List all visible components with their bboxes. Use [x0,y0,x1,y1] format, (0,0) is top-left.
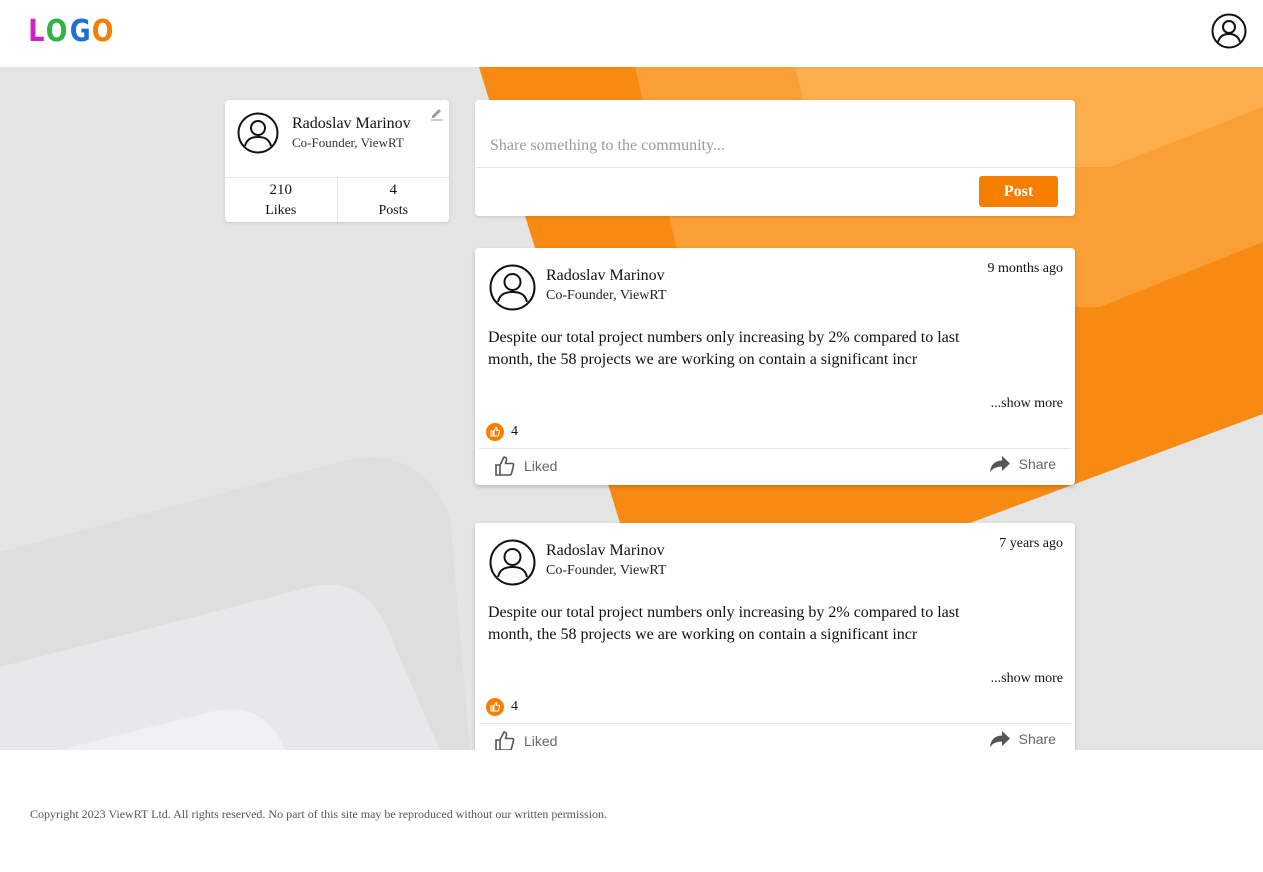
like-badge-icon [486,698,504,716]
composer-input[interactable] [475,100,1075,167]
pencil-icon[interactable] [429,105,445,121]
stat-label: Likes [265,203,297,218]
stat-posts: 4 Posts [336,178,450,222]
avatar-icon [237,112,279,154]
post-card: Radoslav Marinov Co-Founder, ViewRT 9 mo… [475,248,1075,485]
stat-label: Posts [378,203,409,218]
avatar-icon [489,264,536,311]
stat-likes: 210 Likes [225,178,337,222]
profile-card: Radoslav Marinov Co-Founder, ViewRT 210 … [225,100,449,222]
like-label: Liked [524,733,558,749]
post-author-role: Co-Founder, ViewRT [546,563,667,578]
profile-name: Radoslav Marinov [292,115,411,132]
profile-stats: 210 Likes 4 Posts [225,177,449,222]
logo[interactable]: LOGO [27,14,114,50]
post-author[interactable]: Radoslav Marinov [546,267,665,285]
footer: Copyright 2023 ViewRT Ltd. All rights re… [0,750,1263,872]
avatar[interactable] [237,112,279,154]
post-timestamp: 9 months ago [987,261,1063,276]
post-card: Radoslav Marinov Co-Founder, ViewRT 7 ye… [475,523,1075,760]
thumbs-up-icon [495,731,515,751]
divider [479,448,1071,449]
avatar[interactable] [489,264,536,311]
reaction-summary[interactable]: 4 [486,698,518,716]
logo-letter: O [45,14,68,49]
post-body: Despite our total project numbers only i… [488,604,960,643]
post-button[interactable]: Post [979,176,1058,207]
avatar[interactable] [489,539,536,586]
logo-letter: L [28,14,44,49]
like-label: Liked [524,458,558,474]
reaction-count: 4 [511,699,518,714]
share-arrow-icon [989,456,1010,472]
share-arrow-icon [989,731,1010,747]
profile-role: Co-Founder, ViewRT [292,135,404,150]
avatar-icon [489,539,536,586]
stat-value: 210 [269,182,293,198]
stat-value: 4 [389,182,398,198]
divider [479,723,1071,724]
like-button[interactable]: Liked [494,454,557,478]
share-button[interactable]: Share [989,727,1056,751]
user-circle-icon[interactable] [1211,13,1247,49]
post-body: Despite our total project numbers only i… [488,329,960,368]
thumbs-up-icon [495,456,515,476]
post-author-role: Co-Founder, ViewRT [546,288,667,303]
share-label: Share [1018,456,1056,472]
share-button[interactable]: Share [989,452,1056,476]
copyright-text: Copyright 2023 ViewRT Ltd. All rights re… [30,807,608,821]
post-author[interactable]: Radoslav Marinov [546,542,665,560]
like-badge-icon [486,423,504,441]
top-header: LOGO [0,0,1263,67]
post-composer: Post [475,100,1075,216]
show-more-link[interactable]: ...show more [991,671,1063,687]
logo-letter: G [69,14,90,49]
share-label: Share [1018,731,1056,747]
post-timestamp: 7 years ago [999,536,1063,551]
reaction-summary[interactable]: 4 [486,423,518,441]
show-more-link[interactable]: ...show more [991,396,1063,412]
logo-letter: O [92,14,114,49]
reaction-count: 4 [511,424,518,439]
divider [475,167,1075,168]
